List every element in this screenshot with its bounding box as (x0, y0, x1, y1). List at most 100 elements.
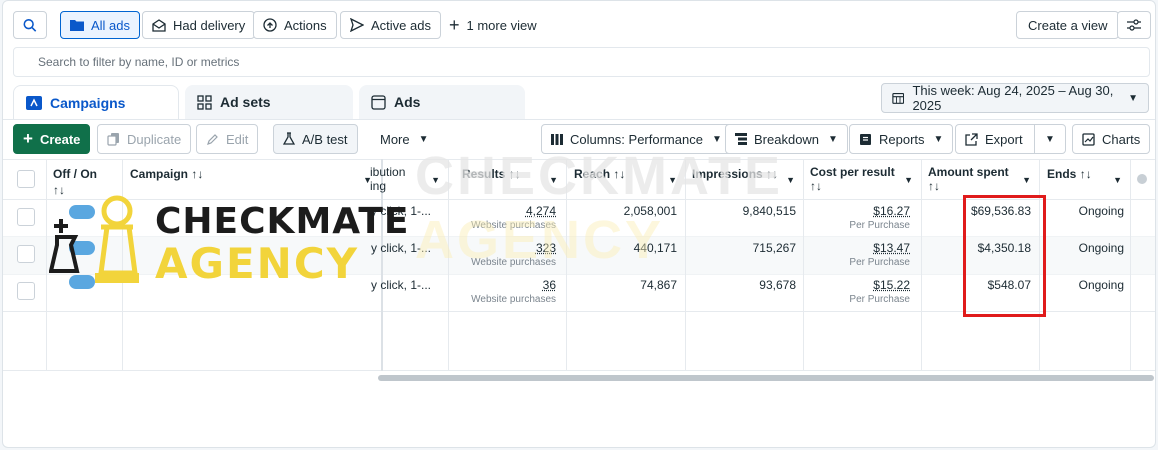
horizontal-scrollbar[interactable] (378, 375, 1154, 381)
impressions-cell: 715,267 (752, 241, 796, 255)
reports-icon (860, 133, 871, 145)
ends-cell: Ongoing (1078, 278, 1124, 292)
chess-pawn-icon (49, 195, 139, 289)
results-sub: Website purchases (471, 294, 556, 305)
sort-icon: ↑↓ (1079, 167, 1092, 181)
sort-icon: ↑↓ (810, 179, 822, 193)
duplicate-button[interactable]: Duplicate (97, 124, 192, 154)
tab-label: Campaigns (50, 94, 126, 111)
chevron-down-icon: ▼ (1045, 133, 1055, 145)
ab-test-label: A/B test (302, 131, 348, 147)
campaign-icon (26, 95, 42, 110)
view-all-ads[interactable]: All ads (60, 11, 141, 39)
ab-test-button[interactable]: A/B test (273, 124, 358, 154)
tab-divider (3, 119, 1155, 120)
date-range-picker[interactable]: This week: Aug 24, 2025 – Aug 30, 2025 ▼ (881, 83, 1149, 113)
header-cost-per-result[interactable]: Cost per result ↑↓ ▼ (810, 159, 921, 199)
search-placeholder: Search to filter by name, ID or metrics (38, 55, 240, 69)
pencil-icon (207, 133, 218, 145)
select-all-checkbox[interactable] (17, 170, 35, 188)
header-amount-spent[interactable]: Amount spent ↑↓ ▼ (928, 159, 1039, 199)
tab-campaigns[interactable]: Campaigns (13, 85, 179, 119)
view-active-ads[interactable]: Active ads (340, 11, 441, 39)
chevron-down-icon: ▼ (711, 133, 722, 145)
header-label: Campaign (130, 167, 189, 181)
reports-button[interactable]: Reports ▼ (849, 124, 954, 154)
search-input[interactable]: Search to filter by name, ID or metrics (13, 47, 1150, 77)
chevron-down-icon: ▼ (1128, 92, 1138, 104)
create-view-button[interactable]: Create a view (1016, 11, 1120, 39)
header-label: ing (370, 179, 387, 193)
view-actions[interactable]: Actions (253, 11, 337, 39)
chevron-down-icon: ▼ (1022, 175, 1031, 185)
calendar-icon (892, 92, 905, 104)
cost-cell: $13.47 Per Purchase (808, 241, 910, 268)
duplicate-icon (107, 133, 119, 146)
export-label: Export (985, 131, 1023, 147)
chevron-down-icon: ▼ (786, 175, 795, 185)
cost-cell: $15.22 Per Purchase (808, 278, 910, 305)
tab-ads[interactable]: Ads (359, 85, 525, 119)
mail-open-icon (152, 18, 166, 32)
row-checkbox[interactable] (17, 282, 35, 300)
watermark-text: AGENCY (415, 209, 664, 271)
search-icon (23, 18, 37, 32)
view-had-delivery[interactable]: Had delivery (142, 11, 256, 39)
sliders-icon (1127, 19, 1141, 31)
results-cell: 36 Website purchases (453, 278, 556, 305)
header-label: Off / On (53, 167, 97, 181)
col-divider (921, 159, 922, 371)
more-views-button[interactable]: + 1 more view (440, 11, 546, 39)
header-label: Amount spent (928, 165, 1009, 179)
date-range-label: This week: Aug 24, 2025 – Aug 30, 2025 (912, 83, 1114, 113)
results-value[interactable]: 36 (453, 278, 556, 292)
header-ends[interactable]: Ends ↑↓ ▼ (1047, 159, 1130, 199)
watermark-line: AGENCY (415, 210, 665, 270)
cost-value[interactable]: $13.47 (808, 241, 910, 255)
view-label: Active ads (371, 17, 431, 33)
flask-icon (283, 132, 295, 145)
export-dropdown-button[interactable]: ▼ (1034, 124, 1066, 154)
sort-icon: ↑↓ (191, 167, 204, 181)
chevron-down-icon: ▼ (1113, 175, 1122, 185)
chevron-down-icon: ▼ (933, 133, 944, 145)
export-button[interactable]: Export (955, 124, 1035, 154)
view-label: Actions (284, 17, 327, 33)
attribution-cell: y click, 1-... (371, 278, 432, 292)
grid-icon (197, 94, 212, 110)
create-button[interactable]: + Create (13, 124, 91, 154)
chevron-down-icon: ▼ (828, 133, 838, 145)
row-checkbox[interactable] (17, 208, 35, 226)
checkmate-agency-logo: CHECKMATE AGENCY (49, 193, 409, 301)
create-view-label: Create a view (1028, 17, 1108, 33)
arrow-up-circle-icon (263, 18, 277, 32)
search-button[interactable] (13, 11, 47, 39)
col-divider (803, 159, 804, 371)
cost-sub: Per Purchase (849, 257, 910, 268)
ad-icon (371, 94, 386, 110)
row-checkbox[interactable] (17, 245, 35, 263)
highlight-box (963, 195, 1046, 317)
watermark-line: CHECKMATE (415, 146, 783, 206)
col-divider (46, 159, 47, 371)
chevron-down-icon: ▼ (904, 175, 913, 185)
charts-label: Charts (1102, 131, 1141, 147)
plus-icon: + (449, 15, 460, 35)
plus-icon: + (23, 129, 33, 148)
tab-ad-sets[interactable]: Ad sets (185, 85, 353, 119)
tab-label: Ad sets (220, 94, 271, 110)
cost-sub: Per Purchase (849, 294, 910, 305)
ends-cell: Ongoing (1078, 241, 1124, 255)
reports-label: Reports (879, 131, 925, 147)
logo-line-checkmate: CHECKMATE (155, 201, 410, 242)
add-column-icon[interactable] (1137, 174, 1147, 184)
edit-button[interactable]: Edit (196, 124, 259, 154)
table-border-bottom (3, 370, 1155, 371)
more-label: More (380, 131, 410, 147)
cost-cell: $16.27 Per Purchase (808, 204, 910, 231)
view-label: 1 more view (466, 17, 537, 33)
view-settings-button[interactable] (1117, 11, 1151, 39)
cost-value[interactable]: $16.27 (808, 204, 910, 218)
cost-value[interactable]: $15.22 (808, 278, 910, 292)
charts-button[interactable]: Charts (1072, 124, 1151, 154)
